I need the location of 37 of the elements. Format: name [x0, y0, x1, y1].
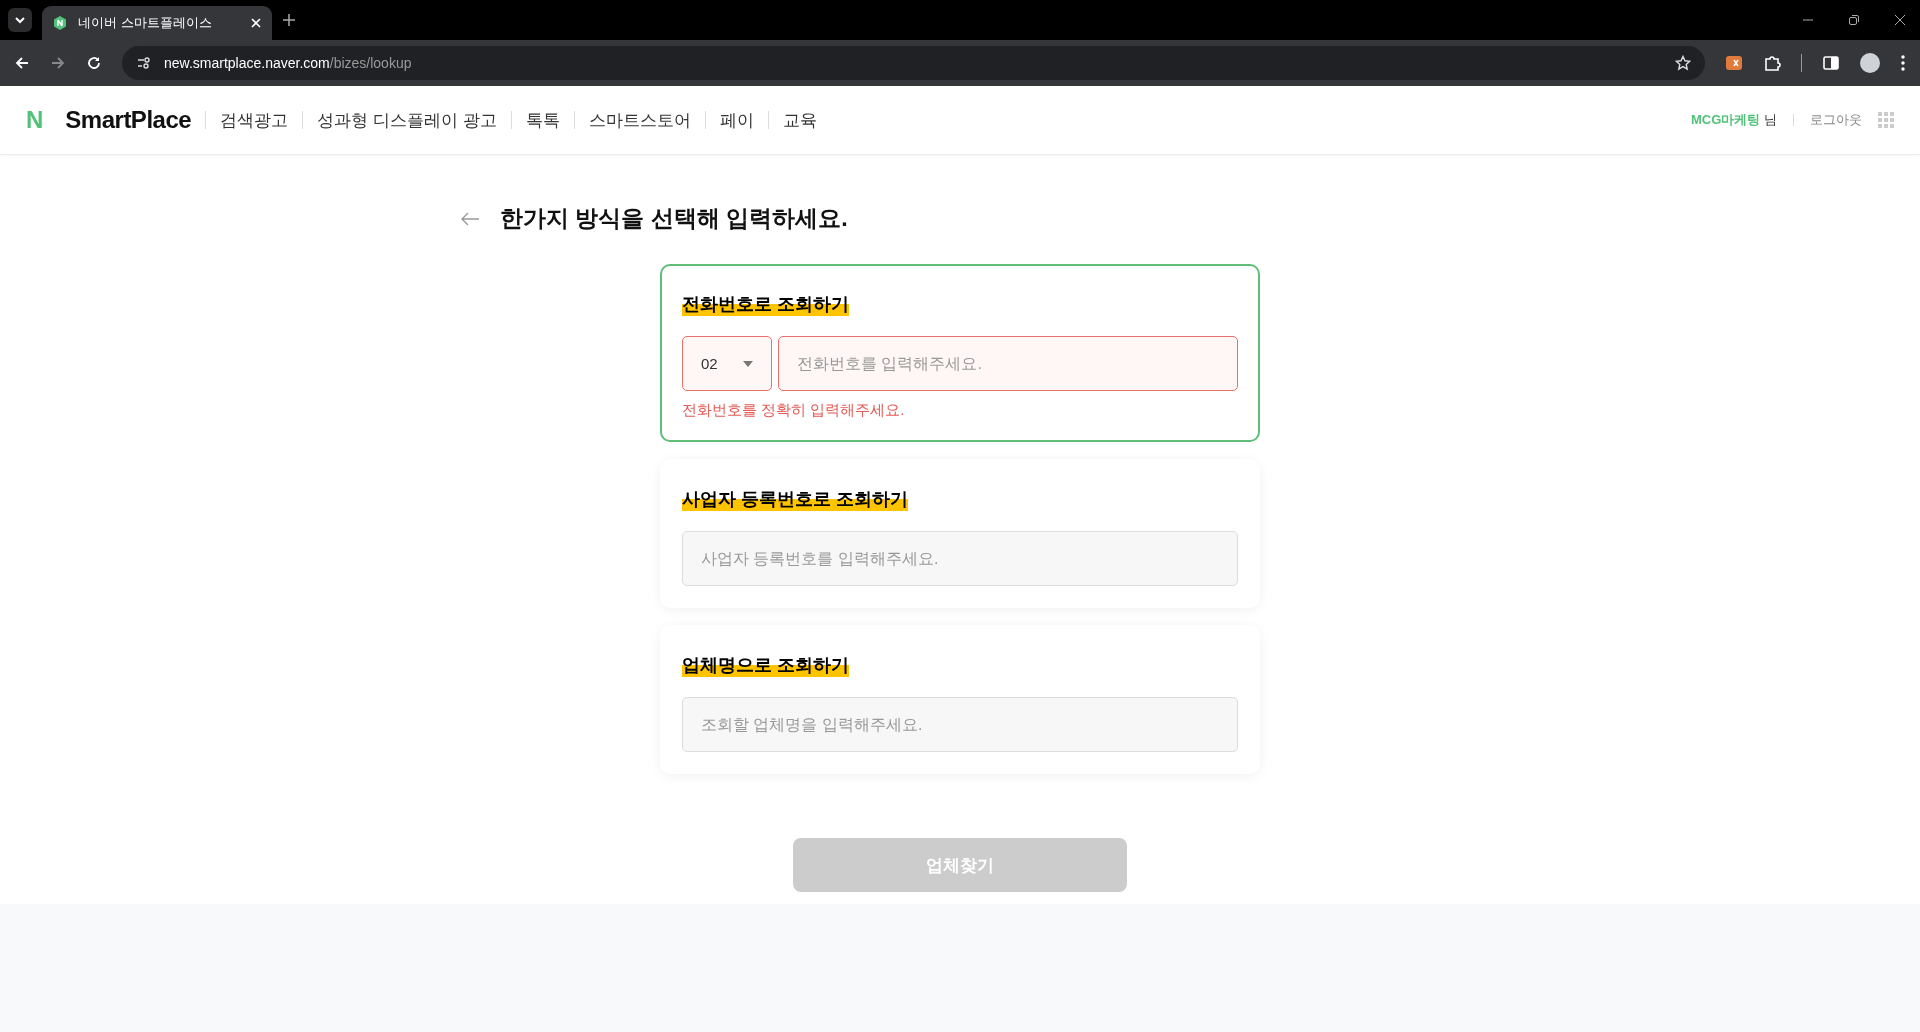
more-icon[interactable] [1900, 54, 1906, 72]
dropdown-caret-icon [743, 360, 753, 367]
nav-link[interactable]: 교육 [782, 108, 817, 132]
profile-avatar[interactable] [1860, 53, 1880, 73]
nav-link[interactable]: 스마트스토어 [588, 108, 691, 132]
back-arrow-icon[interactable] [460, 210, 480, 227]
site-settings-icon[interactable] [136, 55, 152, 71]
nav-link[interactable]: 성과형 디스플레이 광고 [317, 108, 497, 132]
puzzle-icon[interactable] [1763, 54, 1781, 72]
new-tab-icon[interactable] [282, 13, 296, 27]
hexagon-icon [52, 15, 68, 31]
nav-link[interactable]: 검색광고 [220, 108, 289, 132]
reload-icon[interactable] [86, 55, 102, 71]
lookup-input[interactable]: 사업자 등록번호를 입력해주세요. [682, 531, 1238, 586]
browser-tab[interactable]: 네이버 스마트플레이스 [42, 6, 272, 40]
extension-icon[interactable] [1725, 54, 1743, 72]
logo-text[interactable]: SmartPlace [65, 106, 192, 134]
nav-link[interactable]: 페이 [719, 108, 754, 132]
tab-search-button[interactable] [8, 8, 32, 32]
back-icon[interactable] [14, 55, 30, 71]
address-bar[interactable]: new.smartplace.naver.com/bizes/lookup [122, 46, 1705, 80]
phone-input[interactable]: 전화번호를 입력해주세요. [778, 336, 1238, 391]
restore-icon[interactable] [1848, 14, 1860, 26]
page-title: 한가지 방식을 선택해 입력하세요. [500, 204, 848, 233]
nav-link[interactable]: 톡톡 [525, 108, 560, 132]
url-text: new.smartplace.naver.com/bizes/lookup [164, 55, 412, 71]
logout-link[interactable]: 로그아웃 [1810, 111, 1862, 129]
chevron-down-icon [14, 14, 26, 26]
bookmark-star-icon[interactable] [1675, 55, 1691, 71]
side-panel-icon[interactable] [1822, 54, 1840, 72]
error-message: 전화번호를 정확히 입력해주세요. [682, 401, 906, 420]
tab-title: 네이버 스마트플레이스 [78, 14, 213, 32]
forward-icon[interactable] [50, 55, 66, 71]
user-name: MCG마케팅 님 [1691, 111, 1777, 129]
close-icon[interactable] [1894, 14, 1906, 26]
lookup-input[interactable]: 조회할 업체명을 입력해주세요. [682, 697, 1238, 752]
area-code-dropdown[interactable]: 02 [682, 336, 772, 391]
